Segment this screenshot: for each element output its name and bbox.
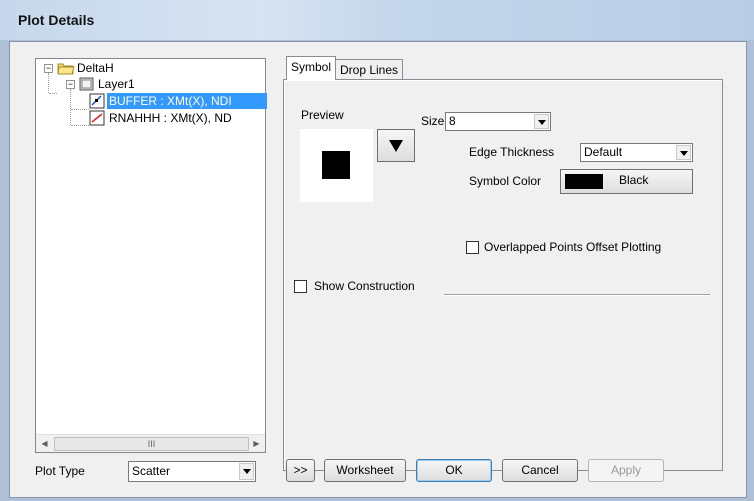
show-construction-checkbox[interactable] bbox=[294, 280, 307, 293]
size-combo[interactable]: 8 bbox=[445, 112, 551, 131]
plot-tree-view[interactable]: − DeltaH − Layer1 BUFFER: XMt(X), NDI R… bbox=[35, 58, 267, 453]
apply-button[interactable]: Apply bbox=[588, 459, 664, 482]
chevron-down-icon[interactable] bbox=[676, 145, 691, 160]
edge-thickness-value: Default bbox=[584, 145, 623, 159]
square-symbol-preview bbox=[322, 151, 350, 179]
line-plot-icon bbox=[89, 110, 105, 126]
window-title: Plot Details bbox=[18, 12, 95, 28]
tree-connector bbox=[71, 109, 89, 110]
size-value: 8 bbox=[449, 114, 456, 128]
collapse-toggle-icon[interactable]: − bbox=[44, 64, 53, 73]
chevron-down-icon[interactable] bbox=[534, 114, 549, 129]
plot-type-label: Plot Type bbox=[35, 464, 85, 478]
symbol-shape-dropdown-button[interactable] bbox=[377, 129, 415, 162]
scatter-plot-icon bbox=[89, 93, 105, 109]
window-frame: − DeltaH − Layer1 BUFFER: XMt(X), NDI R… bbox=[0, 40, 754, 501]
overlapped-points-label: Overlapped Points Offset Plotting bbox=[484, 240, 662, 254]
scroll-right-icon[interactable]: ▶ bbox=[248, 435, 265, 452]
edge-thickness-label: Edge Thickness bbox=[469, 145, 555, 159]
overlapped-points-checkbox[interactable] bbox=[466, 241, 479, 254]
tree-connector bbox=[71, 125, 89, 126]
separator-line bbox=[444, 294, 710, 296]
ok-button[interactable]: OK bbox=[416, 459, 492, 482]
plot-type-combo[interactable]: Scatter bbox=[128, 461, 256, 482]
tree-node-label: DeltaH bbox=[77, 61, 114, 75]
tab-drop-lines[interactable]: Drop Lines bbox=[335, 59, 404, 80]
dialog-client-area: − DeltaH − Layer1 BUFFER: XMt(X), NDI R… bbox=[9, 41, 747, 498]
symbol-color-label: Symbol Color bbox=[469, 174, 542, 188]
plot-type-value: Scatter bbox=[132, 464, 171, 478]
cancel-button[interactable]: Cancel bbox=[502, 459, 578, 482]
color-swatch bbox=[565, 174, 603, 189]
scroll-left-icon[interactable]: ◀ bbox=[36, 435, 53, 452]
symbol-preview-box bbox=[300, 129, 373, 202]
preview-label: Preview bbox=[301, 108, 344, 122]
tree-connector bbox=[49, 93, 57, 94]
scroll-thumb[interactable]: III bbox=[54, 437, 249, 451]
collapse-toggle-icon[interactable]: − bbox=[66, 80, 75, 89]
plot-details-window: Plot Details − DeltaH − Layer1 BUFFER: … bbox=[0, 0, 754, 501]
show-construction-label: Show Construction bbox=[314, 279, 415, 293]
layer-icon bbox=[79, 77, 94, 91]
horizontal-scrollbar[interactable]: ◀ III ▶ bbox=[36, 434, 265, 452]
symbol-color-button[interactable]: Black bbox=[560, 169, 693, 194]
edge-thickness-combo[interactable]: Default bbox=[580, 143, 693, 162]
chevron-down-icon[interactable] bbox=[239, 463, 254, 480]
tree-node-label: BUFFER : XMt(X), NDI bbox=[107, 93, 267, 109]
tree-connector bbox=[70, 89, 71, 125]
tree-node-label: Layer1 bbox=[98, 77, 135, 91]
expand-button[interactable]: >> bbox=[286, 459, 315, 482]
tree-node-label: RNAHHH : XMt(X), ND bbox=[109, 111, 232, 125]
symbol-tab-panel: Preview Size 8 Edge Thickness Default Sy… bbox=[283, 79, 723, 471]
size-label: Size bbox=[421, 114, 445, 128]
tab-symbol[interactable]: Symbol bbox=[286, 56, 337, 80]
tree-connector bbox=[48, 73, 49, 93]
symbol-color-name: Black bbox=[619, 173, 649, 187]
worksheet-button[interactable]: Worksheet bbox=[324, 459, 406, 482]
title-bar[interactable]: Plot Details bbox=[0, 0, 754, 40]
triangle-down-icon bbox=[389, 140, 403, 152]
folder-icon bbox=[57, 63, 75, 75]
